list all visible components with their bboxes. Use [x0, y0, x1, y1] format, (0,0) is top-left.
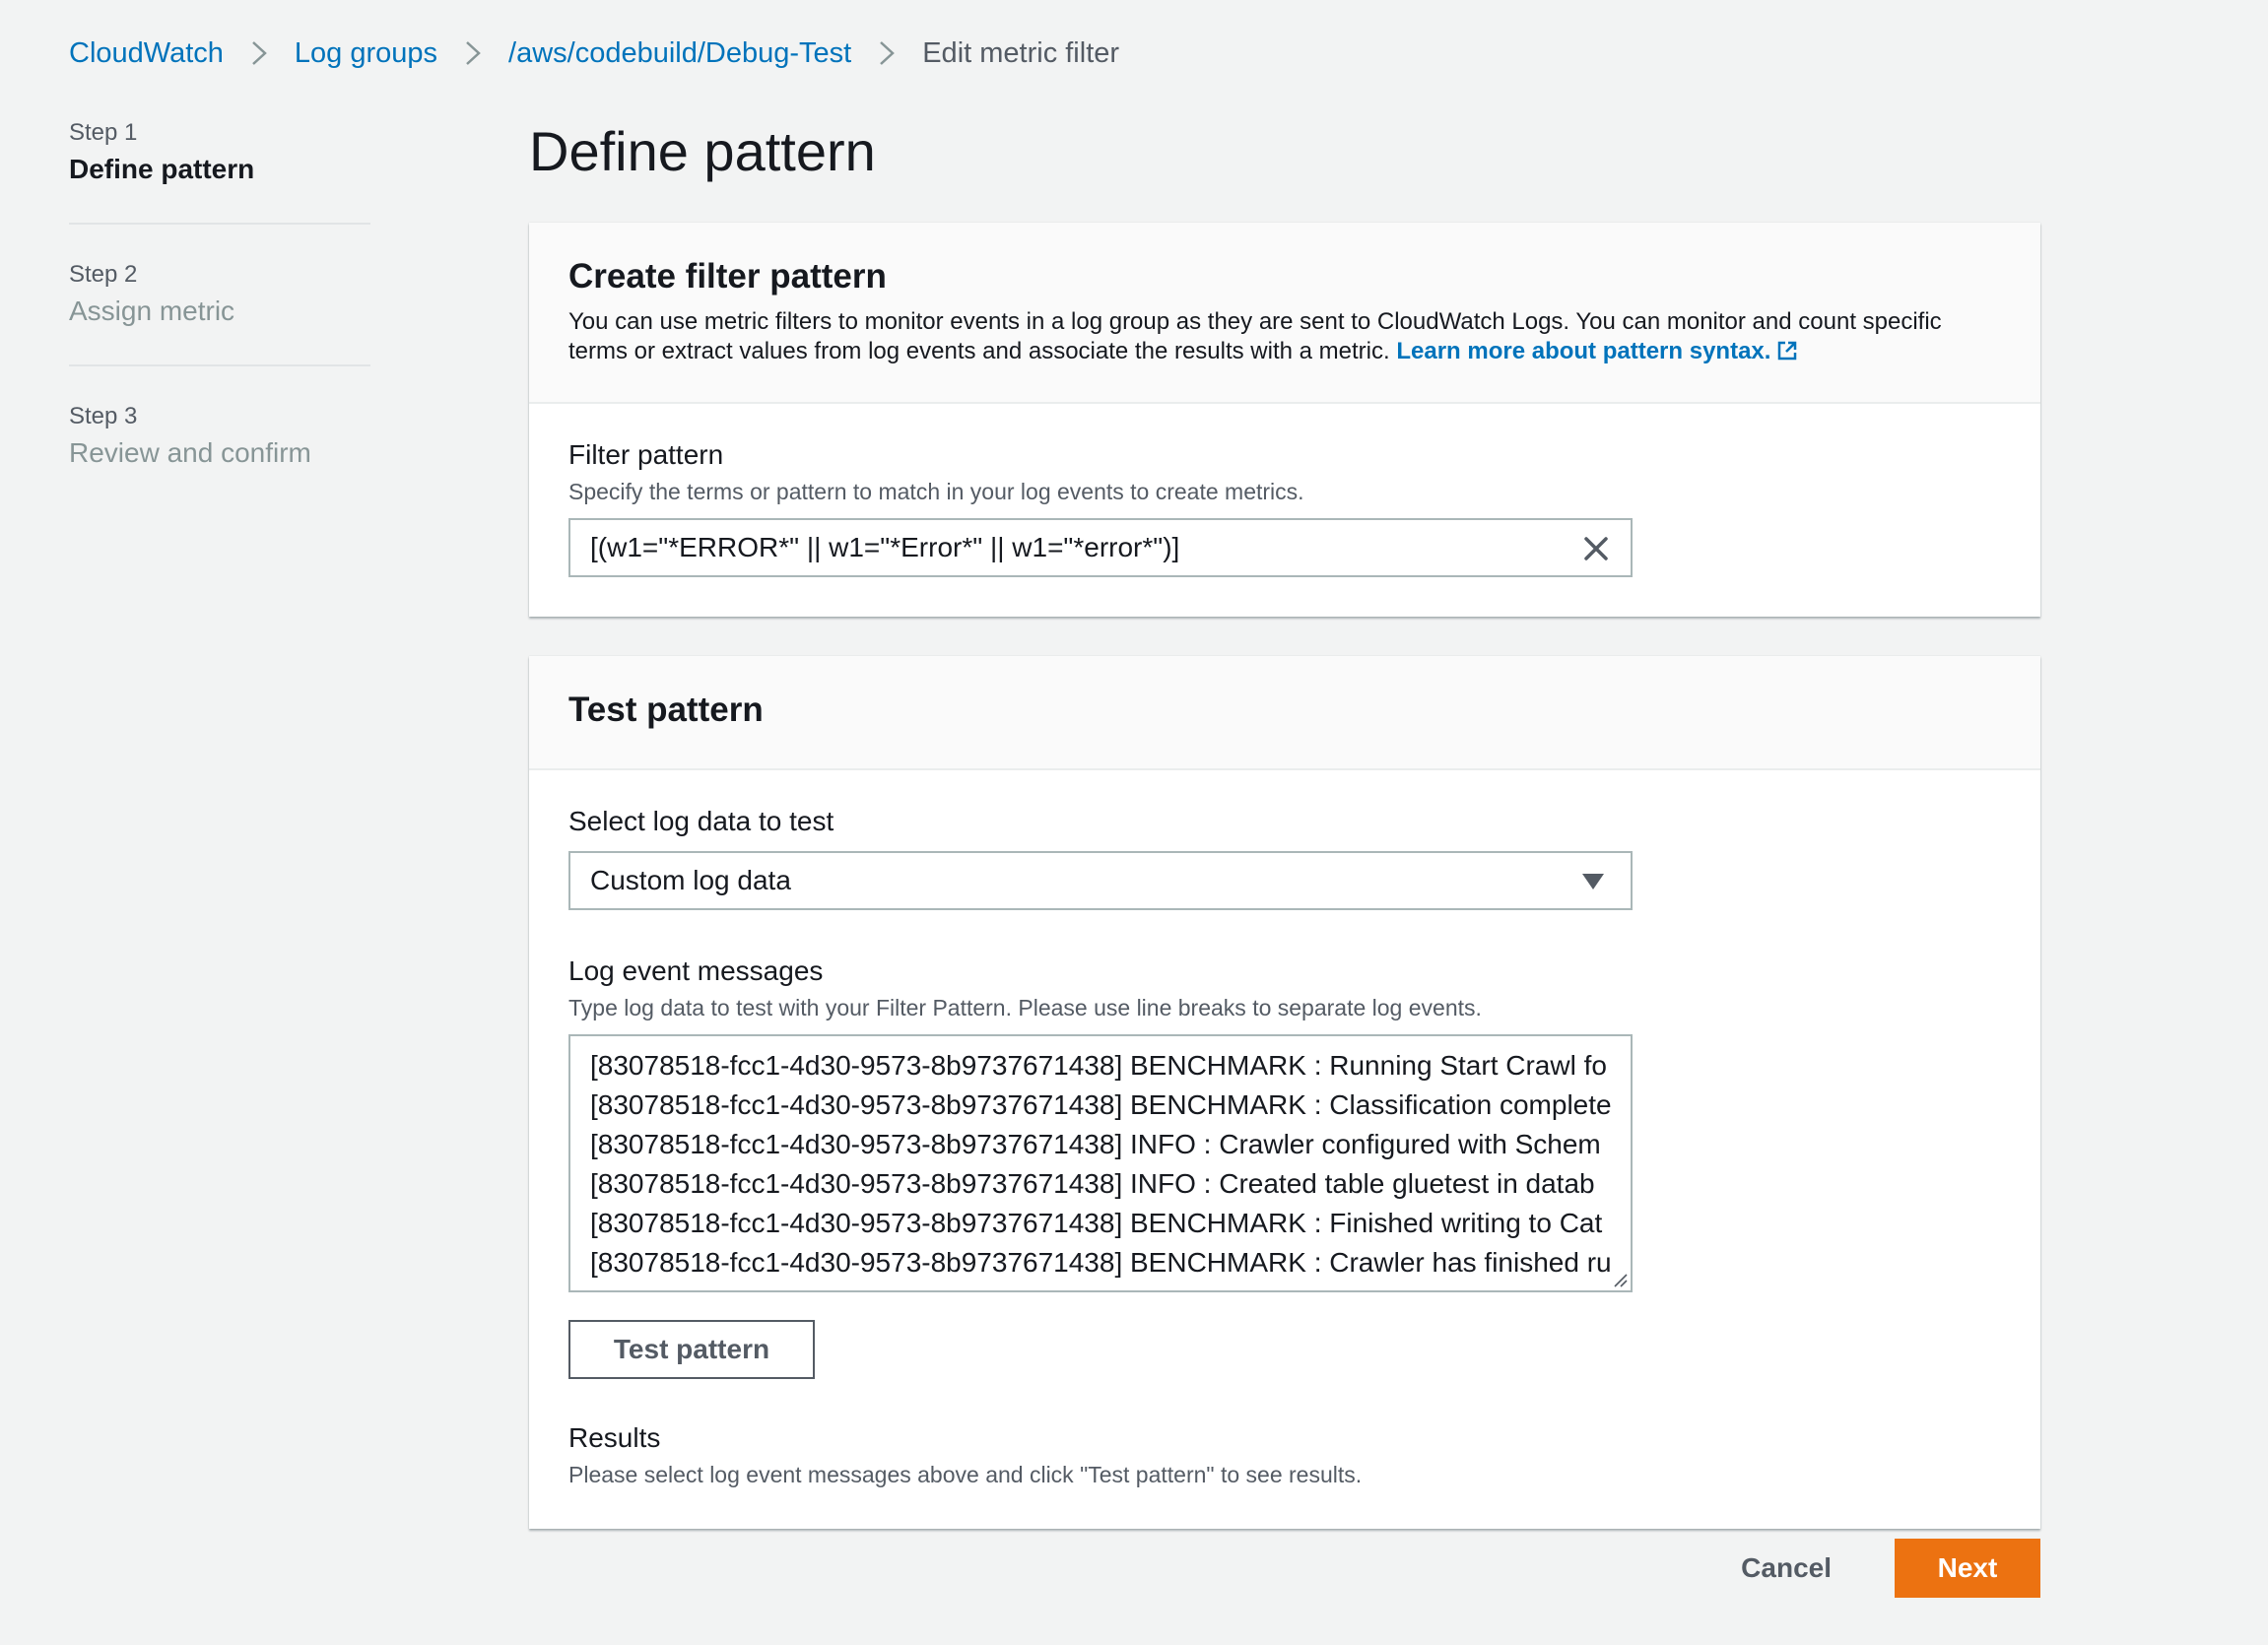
log-event-line: [83078518-fcc1-4d30-9573-8b9737671438] I… [590, 1168, 1595, 1199]
clear-icon[interactable] [1581, 534, 1611, 563]
log-event-messages-label: Log event messages [568, 955, 824, 986]
page-title: Define pattern [529, 120, 876, 182]
breadcrumb-current: Edit metric filter [922, 36, 1120, 69]
filter-pattern-value: [(w1="*ERROR*" || w1="*Error*" || w1="*e… [590, 532, 1180, 562]
step-title: Assign metric [69, 296, 235, 326]
page: CloudWatch Log groups /aws/codebuild/Deb… [0, 0, 2268, 1645]
card-body: Filter pattern Specify the terms or patt… [529, 404, 2040, 617]
step-3: Step 3 Review and confirm [69, 400, 370, 506]
card-title: Create filter pattern [568, 257, 887, 296]
main-content: Define pattern Create filter pattern You… [529, 116, 2040, 1568]
wizard-footer: Cancel Next [1717, 1539, 2040, 1598]
log-event-messages-textarea[interactable]: [83078518-fcc1-4d30-9573-8b9737671438] B… [568, 1034, 1633, 1292]
wizard-steps: Step 1 Define pattern Step 2 Assign metr… [69, 116, 370, 540]
results-label: Results [568, 1422, 661, 1453]
external-link-icon [1778, 341, 1797, 361]
card-header: Test pattern [529, 656, 2040, 770]
chevron-right-icon [249, 38, 269, 68]
log-event-line: [83078518-fcc1-4d30-9573-8b9737671438] B… [590, 1208, 1603, 1238]
chevron-right-icon [877, 38, 897, 68]
step-number: Step 1 [69, 119, 138, 146]
log-event-lines: [83078518-fcc1-4d30-9573-8b9737671438] B… [570, 1036, 1631, 1283]
breadcrumb-log-groups[interactable]: Log groups [295, 37, 437, 70]
card-header: Create filter pattern You can use metric… [529, 223, 2040, 404]
caret-down-icon [1582, 874, 1604, 889]
learn-more-label: Learn more about pattern syntax. [1396, 338, 1771, 364]
resize-handle-icon[interactable] [1611, 1271, 1629, 1288]
learn-more-link[interactable]: Learn more about pattern syntax. [1396, 338, 1798, 364]
step-title: Review and confirm [69, 437, 311, 468]
filter-pattern-input[interactable]: [(w1="*ERROR*" || w1="*Error*" || w1="*e… [568, 518, 1633, 577]
chevron-right-icon [463, 38, 483, 68]
select-value: Custom log data [590, 865, 791, 895]
breadcrumb-cloudwatch[interactable]: CloudWatch [69, 37, 224, 70]
card-description: You can use metric filters to monitor ev… [568, 307, 2001, 366]
breadcrumb-log-group[interactable]: /aws/codebuild/Debug-Test [508, 37, 851, 70]
breadcrumb: CloudWatch Log groups /aws/codebuild/Deb… [69, 33, 1119, 73]
cancel-button[interactable]: Cancel [1717, 1539, 1855, 1598]
filter-pattern-label: Filter pattern [568, 439, 724, 470]
filter-pattern-description: Specify the terms or pattern to match in… [568, 479, 1304, 504]
log-event-line: [83078518-fcc1-4d30-9573-8b9737671438] B… [590, 1050, 1607, 1081]
step-number: Step 2 [69, 261, 138, 288]
step-number: Step 3 [69, 403, 138, 429]
log-event-messages-description: Type log data to test with your Filter P… [568, 995, 1482, 1020]
card-body: Select log data to test Custom log data … [529, 770, 2040, 1529]
step-1: Step 1 Define pattern [69, 116, 370, 225]
test-pattern-button[interactable]: Test pattern [568, 1320, 815, 1379]
test-pattern-card: Test pattern Select log data to test Cus… [529, 656, 2040, 1529]
log-data-select[interactable]: Custom log data [568, 851, 1633, 910]
next-button[interactable]: Next [1895, 1539, 2040, 1598]
create-filter-card: Create filter pattern You can use metric… [529, 223, 2040, 617]
log-event-line: [83078518-fcc1-4d30-9573-8b9737671438] B… [590, 1089, 1612, 1120]
results-description: Please select log event messages above a… [568, 1462, 1363, 1487]
results-section: Results Please select log event messages… [568, 1420, 2001, 1489]
select-log-data-label: Select log data to test [568, 806, 834, 836]
log-event-line: [83078518-fcc1-4d30-9573-8b9737671438] I… [590, 1129, 1601, 1159]
step-2: Step 2 Assign metric [69, 258, 370, 366]
card-title: Test pattern [568, 691, 764, 729]
step-title: Define pattern [69, 154, 255, 184]
log-event-line: [83078518-fcc1-4d30-9573-8b9737671438] B… [590, 1247, 1612, 1278]
